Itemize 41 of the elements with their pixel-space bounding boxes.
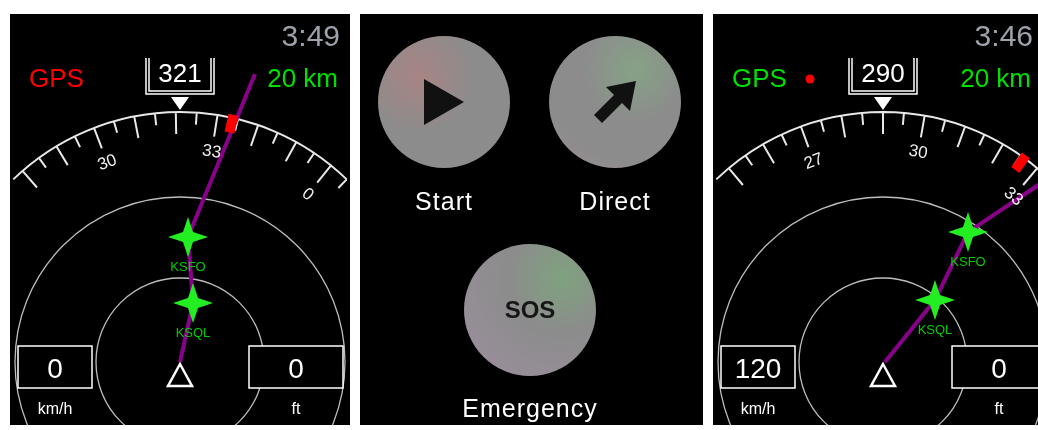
aircraft-triangle-icon — [165, 361, 195, 388]
altitude-value: 0 — [288, 353, 304, 384]
waypoint-star-icon — [173, 283, 213, 323]
heading-bug-marker — [224, 113, 239, 134]
range-value: 20 km — [960, 63, 1031, 93]
heading-box — [145, 57, 215, 95]
waypoint-star-icon — [915, 280, 955, 320]
compass-label: 27 — [801, 148, 826, 173]
speed-value: 0 — [47, 353, 63, 384]
aircraft-triangle-icon — [868, 361, 898, 388]
heading-box — [848, 57, 918, 95]
speed-unit: km/h — [740, 400, 776, 417]
button-label: Direct — [579, 189, 651, 214]
heading-pointer-icon — [171, 97, 189, 110]
sos-button[interactable]: SOS — [464, 244, 596, 376]
compass-label: 33 — [201, 140, 223, 162]
gps-status: GPS — [732, 63, 787, 93]
compass-label: 30 — [907, 140, 930, 163]
heading-bug-marker — [1011, 152, 1030, 173]
altitude-unit: ft — [291, 400, 301, 417]
play-icon — [424, 79, 464, 125]
button-label: Start — [415, 189, 473, 214]
waypoint-label: KSQL — [917, 322, 953, 337]
altitude-unit: ft — [994, 400, 1004, 417]
waypoint-star-icon — [948, 212, 988, 252]
speed-value: 120 — [734, 353, 782, 384]
compass-label: 30 — [94, 149, 120, 175]
button-label: Emergency — [462, 396, 598, 421]
altitude-value: 0 — [991, 353, 1007, 384]
gps-status: GPS — [29, 63, 84, 93]
clock-time: 3:49 — [281, 19, 340, 52]
heading-value: 290 — [861, 58, 905, 88]
range-value: 20 km — [267, 63, 338, 93]
arrow-icon — [594, 81, 636, 123]
compass-label: 33 — [1000, 182, 1028, 210]
heading-value: 321 — [158, 58, 202, 88]
speed-unit: km/h — [37, 400, 73, 417]
clock-time: 3:46 — [974, 19, 1033, 52]
compass-label: 0 — [298, 183, 318, 205]
waypoint-star-icon — [168, 217, 208, 257]
heading-pointer-icon — [874, 97, 892, 110]
